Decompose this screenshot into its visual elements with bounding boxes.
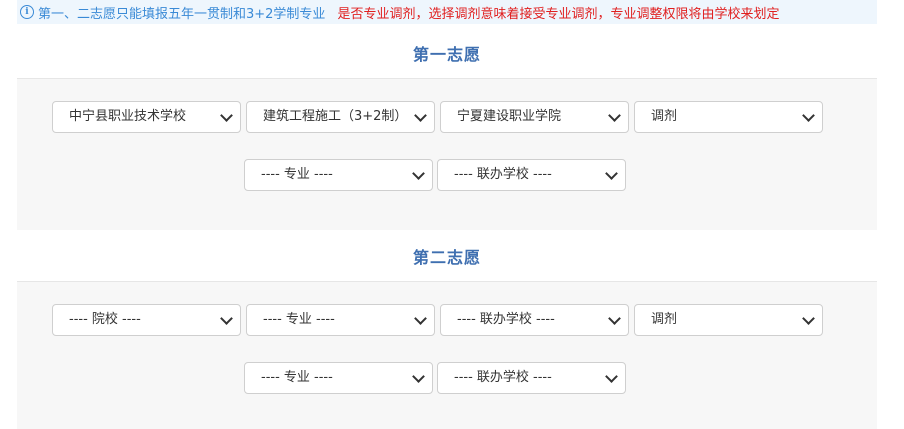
chevron-down-icon	[414, 109, 427, 122]
choice2-extra-major-value: ---- 专业 ----	[261, 370, 333, 385]
choice2-extra-partner-school-select[interactable]: ---- 联办学校 ----	[437, 362, 626, 394]
notice-bar: i 第一、二志愿只能填报五年一贯制和3+2学制专业 是否专业调剂，选择调剂意味着…	[17, 0, 877, 24]
choice2-major-select[interactable]: ---- 专业 ----	[246, 304, 435, 336]
choice2-major-value: ---- 专业 ----	[263, 312, 335, 327]
choice1-extra-major-value: ---- 专业 ----	[261, 167, 333, 182]
chevron-down-icon	[605, 167, 618, 180]
chevron-down-icon	[414, 312, 427, 325]
choice1-extra-major-select[interactable]: ---- 专业 ----	[244, 159, 433, 191]
choice1-major-select[interactable]: 建筑工程施工（3+2制）	[246, 101, 435, 133]
chevron-down-icon	[220, 312, 233, 325]
choice2-school-select[interactable]: ---- 院校 ----	[52, 304, 241, 336]
info-icon: i	[20, 5, 34, 19]
choice1-panel: 中宁县职业技术学校 建筑工程施工（3+2制） 宁夏建设职业学院 调剂 ---- …	[17, 78, 877, 230]
choice1-major-value: 建筑工程施工（3+2制）	[263, 109, 408, 124]
chevron-down-icon	[412, 370, 425, 383]
choice1-partner-school-select[interactable]: 宁夏建设职业学院	[440, 101, 629, 133]
chevron-down-icon	[220, 109, 233, 122]
chevron-down-icon	[608, 109, 621, 122]
chevron-down-icon	[412, 167, 425, 180]
choice2-title: 第二志愿	[412, 248, 481, 267]
notice-main-text: 第一、二志愿只能填报五年一贯制和3+2学制专业	[38, 6, 326, 22]
chevron-down-icon	[608, 312, 621, 325]
choice2-partner-school-value: ---- 联办学校 ----	[457, 312, 555, 327]
choice2-extra-major-select[interactable]: ---- 专业 ----	[244, 362, 433, 394]
choice1-adjust-value: 调剂	[651, 109, 678, 124]
choice2-extra-partner-school-value: ---- 联办学校 ----	[454, 370, 552, 385]
choice2-panel: ---- 院校 ---- ---- 专业 ---- ---- 联办学校 ----…	[17, 281, 877, 429]
choice2-adjust-select[interactable]: 调剂	[634, 304, 823, 336]
choice2-school-value: ---- 院校 ----	[69, 312, 141, 327]
choice1-title: 第一志愿	[412, 45, 481, 64]
chevron-down-icon	[802, 312, 815, 325]
choice1-extra-partner-school-value: ---- 联办学校 ----	[454, 167, 552, 182]
choice1-school-value: 中宁县职业技术学校	[69, 109, 187, 124]
chevron-down-icon	[802, 109, 815, 122]
choice1-adjust-select[interactable]: 调剂	[634, 101, 823, 133]
choice2-partner-school-select[interactable]: ---- 联办学校 ----	[440, 304, 629, 336]
chevron-down-icon	[605, 370, 618, 383]
choice2-adjust-value: 调剂	[651, 312, 678, 327]
choice1-school-select[interactable]: 中宁县职业技术学校	[52, 101, 241, 133]
notice-warning-text: 是否专业调剂，选择调剂意味着接受专业调剂，专业调整权限将由学校来划定	[337, 6, 780, 22]
choice1-partner-school-value: 宁夏建设职业学院	[457, 109, 562, 124]
choice1-extra-partner-school-select[interactable]: ---- 联办学校 ----	[437, 159, 626, 191]
